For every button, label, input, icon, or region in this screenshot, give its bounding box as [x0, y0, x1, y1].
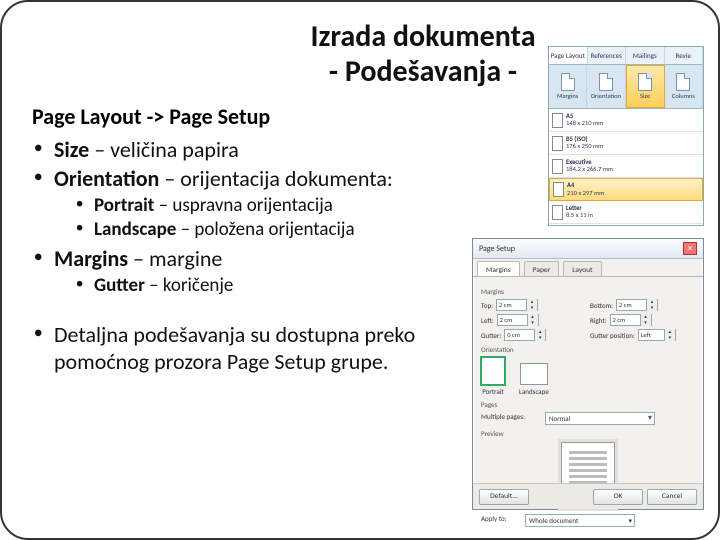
paper-icon [552, 205, 563, 220]
ribbon-tab-mailings: Mailings [626, 47, 665, 64]
paper-icon [553, 182, 564, 197]
dialog-tab-layout: Layout [563, 261, 601, 276]
desc-size: – veličina papira [89, 136, 239, 163]
paper-icon [552, 136, 563, 151]
size-icon [638, 73, 652, 91]
desc-gutter: – koričenje [145, 274, 234, 297]
margins-group-label: Margins [481, 287, 695, 296]
term-size: Size [54, 136, 89, 163]
pages-group-label: Pages [481, 400, 695, 409]
sel-apply-to: Whole document [525, 514, 635, 527]
term-orientation: Orientation [54, 165, 159, 192]
preview-group-label: Preview [481, 429, 695, 438]
ribbon-tab-references: References [588, 47, 627, 64]
term-margins: Margins [54, 245, 128, 272]
size-option-b5: B5 (ISO)176 x 250 mm [549, 132, 703, 155]
desc-portrait: – uspravna orijentacija [154, 194, 333, 217]
dialog-title: Page Setup [479, 244, 515, 254]
default-button: Default... [479, 489, 529, 505]
ribbon-btn-margins-label: Margins [557, 92, 578, 100]
portrait-label: Portrait [482, 387, 504, 396]
sel-multiple-pages: Normal [545, 412, 655, 425]
label-multiple-pages: Multiple pages: [481, 412, 541, 425]
term-portrait: Portrait [94, 194, 154, 217]
bullet-details: Detaljna podešavanja su dostupna preko p… [32, 321, 432, 375]
term-landscape: Landscape [94, 218, 176, 241]
label-left: Left: [481, 316, 494, 325]
ribbon-btn-size: Size [626, 65, 665, 108]
orientation-icon [599, 73, 613, 91]
size-dropdown: A5148 x 210 mm B5 (ISO)176 x 250 mm Exec… [549, 109, 703, 225]
term-gutter: Gutter [94, 274, 145, 297]
ribbon-tab-review: Revie [665, 47, 704, 64]
desc-landscape: – položena orijentacija [176, 218, 354, 241]
margins-icon [561, 73, 575, 91]
page-setup-dialog: Page Setup × Margins Paper Layout Margin… [472, 238, 704, 510]
title-line-1: Izrada dokumenta [310, 18, 535, 55]
size-option-letter: Letter8.5 x 11 in [549, 201, 703, 224]
spin-top: 2 cm [496, 299, 538, 311]
spin-bottom: 2 cm [616, 299, 658, 311]
size-dim: 184.2 x 266.7 mm [566, 165, 613, 173]
paper-icon [552, 159, 563, 174]
label-bottom: Bottom: [590, 301, 613, 310]
size-dim: 148 x 210 mm [566, 119, 603, 127]
landscape-icon [520, 363, 548, 385]
close-icon: × [683, 242, 697, 255]
landscape-label: Landscape [519, 387, 549, 396]
title-line-2: - Podešavanja - [329, 53, 517, 90]
orientation-group-label: Orientation [481, 345, 695, 354]
size-dim: 176 x 250 mm [566, 142, 603, 150]
ribbon-btn-orientation: Orientation [587, 65, 625, 108]
size-dim: 8.5 x 11 in [566, 211, 593, 219]
cancel-button: Cancel [647, 489, 697, 505]
ribbon-btn-columns-label: Columns [672, 92, 695, 100]
ribbon-btn-margins: Margins [549, 65, 587, 108]
label-gutter: Gutter: [481, 331, 501, 340]
label-apply-to: Apply to: [481, 514, 521, 527]
sel-gutter-pos: Left [638, 329, 676, 341]
desc-orientation: – orijentacija dokumenta: [159, 165, 392, 192]
spin-left: 2 cm [497, 314, 539, 326]
desc-margins: – margine [128, 245, 222, 272]
orientation-landscape: Landscape [519, 357, 549, 396]
columns-icon [676, 73, 690, 91]
spin-gutter: 0 cm [504, 329, 546, 341]
ok-button: OK [593, 489, 643, 505]
ribbon-btn-orientation-label: Orientation [591, 92, 621, 100]
size-option-a5: A5148 x 210 mm [549, 109, 703, 132]
spin-right: 2 cm [610, 314, 652, 326]
ribbon-btn-size-label: Size [640, 92, 650, 100]
paper-icon [552, 113, 563, 128]
ribbon-btn-columns: Columns [665, 65, 703, 108]
orientation-portrait: Portrait [481, 357, 505, 396]
size-option-executive: Executive184.2 x 266.7 mm [549, 155, 703, 178]
dialog-tab-margins: Margins [477, 261, 520, 276]
label-top: Top: [481, 301, 493, 310]
ribbon-tab-page-layout: Page Layout [549, 47, 588, 64]
slide-frame: Izrada dokumenta - Podešavanja - Page La… [0, 0, 720, 540]
ribbon-thumbnail: Page Layout References Mailings Revie Ma… [548, 46, 704, 226]
label-gutter-pos: Gutter position: [590, 331, 635, 340]
dialog-tab-paper: Paper [524, 261, 560, 276]
size-option-a4: A4210 x 297 mm [549, 178, 703, 201]
portrait-icon [481, 357, 505, 385]
label-right: Right: [590, 316, 607, 325]
size-dim: 210 x 297 mm [567, 189, 604, 197]
